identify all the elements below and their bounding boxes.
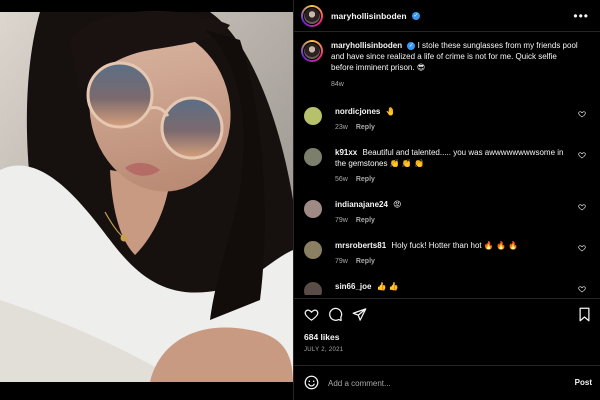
comment-item: k91xx Beautiful and talented..... you wa… [304,147,594,185]
post-header: maryhollisinboden ✓ ••• [294,0,600,32]
post-button[interactable]: Post [575,378,592,387]
comment-avatar[interactable] [304,241,322,259]
likes-count[interactable]: 684 likes [304,332,339,342]
add-comment-input[interactable] [328,374,548,392]
comment-username[interactable]: indianajane24 [335,200,388,209]
comment-username[interactable]: sin66_joe [335,282,371,291]
bookmark-icon[interactable] [578,307,591,322]
comment-age: 23w [335,124,348,131]
heart-icon[interactable] [578,285,586,293]
comment-item: mrsroberts81 Holy fuck! Hotter than hot … [304,240,594,267]
caption-avatar[interactable] [301,40,323,62]
post-photo [0,0,293,400]
header-username[interactable]: maryhollisinboden ✓ [331,11,420,21]
comment-username[interactable]: mrsroberts81 [335,241,386,250]
comment-username[interactable]: nordicjones [335,107,380,116]
header-username-text[interactable]: maryhollisinboden [331,11,407,21]
comment-text: 🤚 [385,107,396,116]
share-icon[interactable] [352,307,367,322]
heart-icon[interactable] [578,151,586,159]
comment-text: Holy fuck! Hotter than hot 🔥 🔥 🔥 [391,241,519,250]
comment-avatar[interactable] [304,148,322,166]
comment-username[interactable]: k91xx [335,148,357,157]
comment-item: indianajane24 😡 79w Reply [304,199,594,226]
post-photo-image [0,0,293,400]
verified-badge-icon: ✓ [411,12,420,21]
comment-age: 79w [335,217,348,224]
comment-avatar[interactable] [304,200,322,218]
post-date: JULY 2, 2021 [304,347,344,353]
comment-avatar[interactable] [304,282,322,295]
comment-text: 😡 [393,200,402,209]
heart-icon[interactable] [304,307,319,322]
comment-avatar[interactable] [304,107,322,125]
comment-text: Beautiful and talented..... you was awww… [335,148,564,168]
reply-button[interactable]: Reply [356,217,375,224]
post-panel: maryhollisinboden ✓ ••• maryhollisinbode… [293,0,600,400]
reply-button[interactable]: Reply [356,258,375,265]
verified-badge-icon: ✓ [407,41,416,50]
heart-icon[interactable] [578,203,586,211]
comment-text: 👍 👍 [376,282,399,291]
action-bar [294,298,600,328]
avatar[interactable] [301,4,323,27]
more-options-icon[interactable]: ••• [573,9,589,23]
post-caption: maryhollisinboden ✓ I stole these sungla… [301,40,593,90]
comment-age: 79w [335,258,348,265]
heart-icon[interactable] [578,110,586,118]
emoji-icon[interactable] [304,375,319,390]
comment-item: nordicjones 🤚 23w Reply [304,106,594,133]
reply-button[interactable]: Reply [356,124,375,131]
comment-icon[interactable] [328,307,343,322]
caption-username[interactable]: maryhollisinboden [331,41,402,50]
caption-age: 84w [331,81,344,88]
heart-icon[interactable] [578,244,586,252]
reply-button[interactable]: Reply [356,176,375,183]
comment-item: sin66_joe 👍 👍 [304,281,594,295]
comment-age: 56w [335,176,348,183]
add-comment-bar: Post [294,365,600,400]
